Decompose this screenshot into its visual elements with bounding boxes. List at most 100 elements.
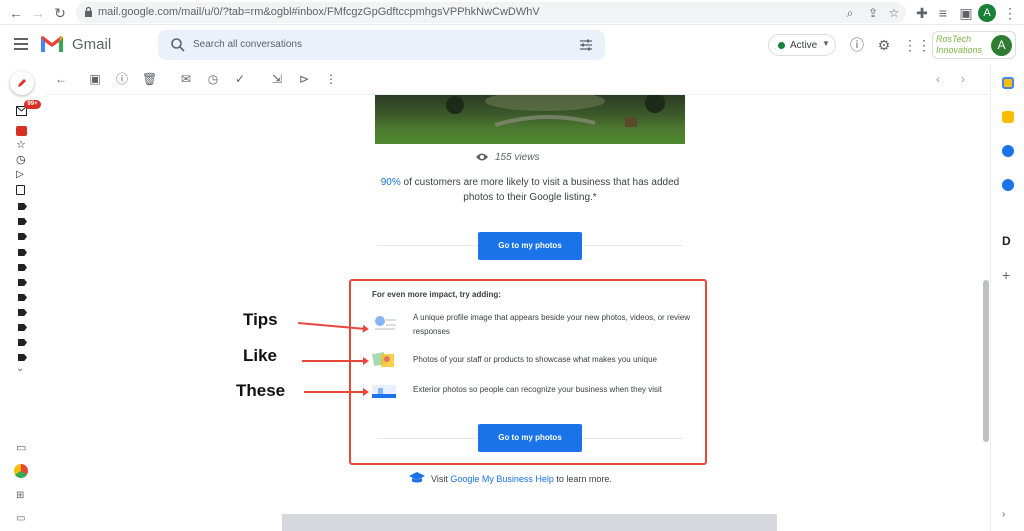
- email-footer: [282, 514, 777, 531]
- reading-list-icon[interactable]: ≡: [934, 4, 952, 22]
- help-prefix: Visit: [431, 474, 451, 484]
- inbox-count-badge: 99+: [24, 100, 41, 109]
- label-icon[interactable]: [18, 324, 27, 331]
- back-icon[interactable]: ←: [7, 4, 25, 22]
- compose-button[interactable]: [10, 71, 34, 95]
- email-body: 155 views 90% of customers are more like…: [46, 95, 990, 531]
- move-to-icon[interactable]: ⇲: [270, 72, 284, 86]
- side-panel-icon[interactable]: ▣: [957, 4, 975, 22]
- status-dropdown[interactable]: Active ▼: [768, 34, 836, 56]
- chat-icon[interactable]: ▭: [16, 441, 27, 454]
- pencil-icon: [18, 79, 26, 87]
- browser-toolbar: ← → ↻ mail.google.com/mail/u/0/?tab=rm&o…: [0, 0, 1024, 25]
- label-as-icon[interactable]: ⊳: [297, 72, 311, 86]
- spaces-icon[interactable]: ⊞: [16, 490, 27, 501]
- star-icon[interactable]: ☆: [16, 140, 27, 151]
- address-bar[interactable]: mail.google.com/mail/u/0/?tab=rm&ogbl#in…: [76, 2, 906, 23]
- add-task-icon[interactable]: ✓: [233, 72, 247, 86]
- left-navigation: 99+ ☆ ◷ ▷ ⌄ ▭ ⊞ ▭: [0, 65, 46, 531]
- annotation-arrow: [304, 388, 369, 396]
- help-icon[interactable]: ⓘ: [849, 37, 865, 53]
- gmail-logo[interactable]: [40, 34, 64, 54]
- star-icon[interactable]: ☆: [886, 5, 902, 21]
- statistic-text: 90% of customers are more likely to visi…: [376, 175, 684, 205]
- stat-body: of customers are more likely to visit a …: [400, 177, 680, 203]
- starred-icon[interactable]: [16, 126, 27, 136]
- account-switcher[interactable]: RosTech Innovations A: [932, 31, 1016, 59]
- label-icon[interactable]: [18, 249, 27, 256]
- help-link[interactable]: Google My Business Help: [450, 474, 554, 484]
- label-icon[interactable]: [18, 203, 27, 210]
- chevron-right-icon[interactable]: ›: [1002, 509, 1014, 521]
- drafts-icon[interactable]: [16, 185, 25, 195]
- tips-heading: For even more impact, try adding:: [372, 290, 501, 299]
- snooze-icon[interactable]: ◷: [206, 72, 220, 86]
- tasks-icon[interactable]: [1002, 145, 1014, 157]
- label-icon[interactable]: [18, 354, 27, 361]
- search-bar[interactable]: Search all conversations: [158, 30, 605, 60]
- zoom-icon[interactable]: ⌕: [842, 5, 858, 21]
- search-icon[interactable]: [170, 37, 186, 53]
- profile-avatar[interactable]: A: [978, 4, 996, 22]
- newer-icon[interactable]: ‹: [931, 72, 945, 86]
- spaces-avatar[interactable]: [14, 464, 28, 478]
- chevron-down-icon: ▼: [822, 39, 830, 48]
- annotation-word: Like: [243, 346, 278, 365]
- label-icon[interactable]: [18, 233, 27, 240]
- archive-icon[interactable]: ▣: [88, 72, 102, 86]
- snoozed-icon[interactable]: ◷: [16, 155, 27, 166]
- sent-icon[interactable]: ▷: [16, 170, 27, 180]
- side-apps-panel: D + ›: [990, 65, 1024, 531]
- org-logo: RosTech Innovations: [936, 34, 983, 55]
- more-options-icon[interactable]: ⋮: [324, 72, 338, 86]
- photo-scene: [446, 95, 665, 127]
- extensions-icon[interactable]: ✚: [913, 4, 931, 22]
- forward-icon[interactable]: →: [29, 4, 47, 22]
- reload-icon[interactable]: ↻: [51, 4, 69, 22]
- kebab-menu-icon[interactable]: ⋮: [1001, 4, 1019, 22]
- label-icon[interactable]: [18, 339, 27, 346]
- label-icon[interactable]: [18, 218, 27, 225]
- main-menu-icon[interactable]: [14, 38, 28, 50]
- search-input[interactable]: Search all conversations: [193, 39, 302, 50]
- gear-icon[interactable]: ⚙: [876, 37, 892, 53]
- contacts-icon[interactable]: [1002, 179, 1014, 191]
- url-text: mail.google.com/mail/u/0/?tab=rm&ogbl#in…: [98, 6, 540, 18]
- label-icon[interactable]: [18, 309, 27, 316]
- addon-icon[interactable]: D: [1002, 235, 1014, 247]
- graduation-cap-icon: [409, 472, 425, 483]
- back-to-inbox-icon[interactable]: ←: [54, 72, 68, 86]
- business-photo: [375, 95, 685, 144]
- chevron-down-icon[interactable]: ⌄: [16, 363, 27, 374]
- mark-unread-icon[interactable]: ✉: [179, 72, 193, 86]
- tip-2: Photos of your staff or products to show…: [413, 355, 657, 364]
- annotation-arrow: [302, 357, 369, 365]
- apps-grid-icon[interactable]: ⋮⋮: [903, 37, 931, 53]
- help-suffix: to learn more.: [553, 474, 612, 484]
- eye-icon: [476, 153, 488, 161]
- report-spam-icon[interactable]: ⓘ: [115, 72, 129, 86]
- view-count: 155 views: [476, 152, 540, 163]
- tip-3: Exterior photos so people can recognize …: [413, 385, 663, 394]
- delete-icon[interactable]: 🗑: [142, 72, 157, 86]
- meet-icon[interactable]: ▭: [16, 513, 27, 524]
- staff-photos-icon: [372, 352, 394, 367]
- add-addon-icon[interactable]: +: [1002, 268, 1014, 282]
- label-icon[interactable]: [18, 294, 27, 301]
- calendar-icon[interactable]: [1002, 77, 1014, 89]
- share-icon[interactable]: ⇪: [865, 5, 881, 21]
- label-icon[interactable]: [18, 264, 27, 271]
- keep-icon[interactable]: [1002, 111, 1014, 123]
- stat-percent: 90%: [380, 177, 401, 188]
- gmail-header: Gmail Search all conversations Active ▼ …: [0, 25, 1024, 65]
- view-count-text: 155 views: [495, 152, 540, 163]
- lock-icon: [85, 6, 92, 17]
- message-toolbar: ← ▣ ⓘ 🗑 ✉ ◷ ✓ ⇲ ⊳ ⋮ ‹ ›: [46, 65, 990, 95]
- scrollbar[interactable]: [983, 280, 989, 442]
- go-to-photos-button[interactable]: Go to my photos: [478, 424, 582, 452]
- go-to-photos-button[interactable]: Go to my photos: [478, 232, 582, 260]
- label-icon[interactable]: [18, 279, 27, 286]
- older-icon[interactable]: ›: [956, 72, 970, 86]
- profile-image-icon: [375, 316, 396, 330]
- search-options-icon[interactable]: [579, 38, 593, 52]
